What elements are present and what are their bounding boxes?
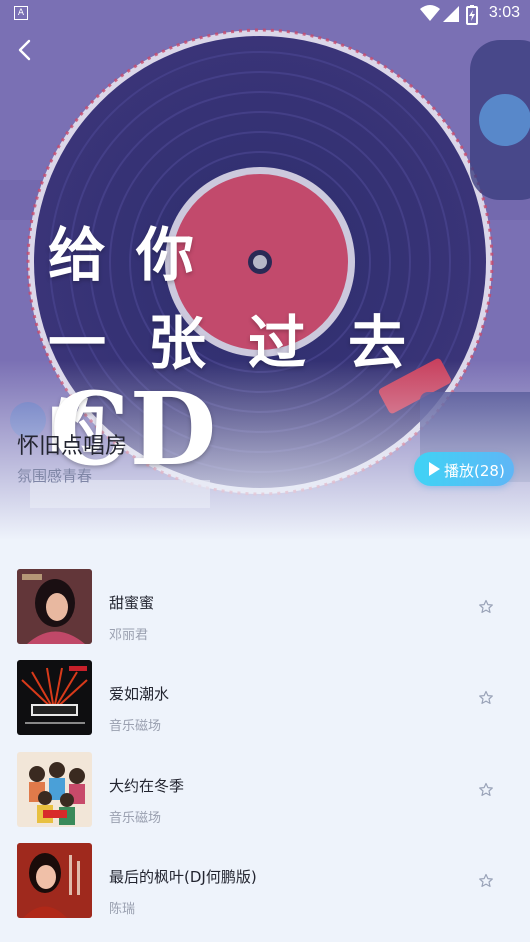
play-all-button[interactable]: 播放(28) xyxy=(414,452,514,486)
list-item[interactable]: 大约在冬季 音乐磁场 xyxy=(0,752,530,832)
playlist-title: 怀旧点唱房 xyxy=(17,434,128,459)
play-icon xyxy=(429,462,440,476)
playlist-subtitle: 氛围感青春 xyxy=(17,467,93,485)
song-title: 爱如潮水 xyxy=(109,685,170,703)
cover-art-text-line1: 给你 xyxy=(48,221,225,289)
album-cover xyxy=(17,843,92,918)
star-icon[interactable] xyxy=(478,873,494,889)
battery-charging-icon xyxy=(466,5,478,25)
notification-a-icon: A xyxy=(14,6,28,20)
star-icon[interactable] xyxy=(478,599,494,615)
song-title: 最后的枫叶(DJ何鹏版) xyxy=(109,868,257,886)
song-artist: 音乐磁场 xyxy=(109,811,162,826)
status-bar: A 3:03 xyxy=(0,0,530,28)
song-title: 甜蜜蜜 xyxy=(109,594,155,612)
cellular-signal-icon xyxy=(443,6,459,22)
list-item[interactable]: 爱如潮水 音乐磁场 xyxy=(0,660,530,740)
song-artist: 邓丽君 xyxy=(109,628,149,643)
album-cover xyxy=(17,569,92,644)
song-title: 大约在冬季 xyxy=(109,777,185,795)
song-artist: 音乐磁场 xyxy=(109,719,162,734)
wifi-icon xyxy=(420,5,440,21)
list-item[interactable]: 最后的枫叶(DJ何鹏版) 陈瑞 xyxy=(0,843,530,923)
play-all-label: 播放(28) xyxy=(444,462,505,480)
status-time: 3:03 xyxy=(488,4,520,21)
back-button[interactable] xyxy=(12,36,40,64)
list-item[interactable]: 甜蜜蜜 邓丽君 xyxy=(0,569,530,649)
album-cover xyxy=(17,660,92,735)
chevron-left-icon xyxy=(18,39,31,61)
star-icon[interactable] xyxy=(478,782,494,798)
star-icon[interactable] xyxy=(478,690,494,706)
song-artist: 陈瑞 xyxy=(109,902,136,917)
album-cover xyxy=(17,752,92,827)
